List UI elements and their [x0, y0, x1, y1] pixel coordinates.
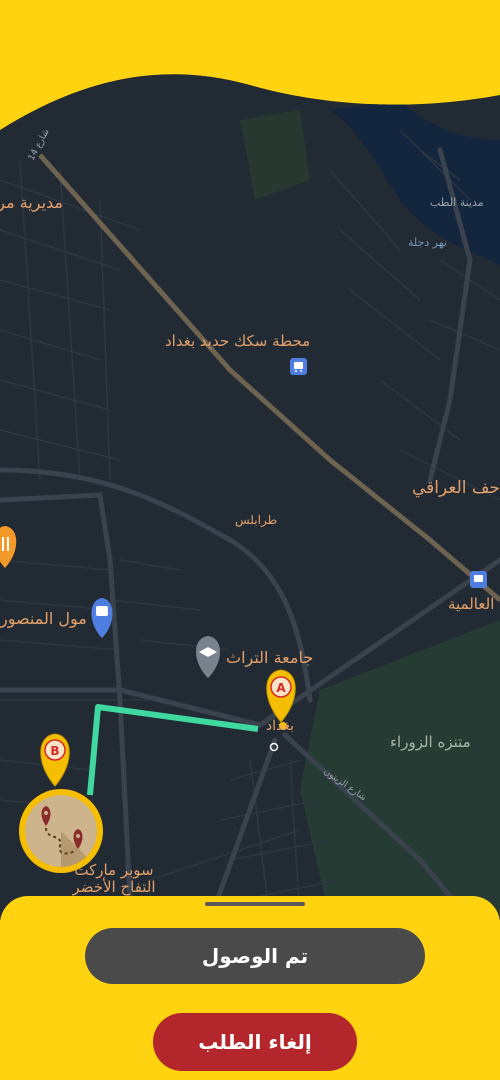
map-label-medical-city: مدينة الطب — [430, 196, 484, 209]
drag-handle[interactable] — [205, 902, 305, 906]
map-label-iraqi-museum: حف العراقي — [411, 478, 500, 498]
train-station-icon-right[interactable] — [470, 571, 487, 588]
map-label-supermarket: سوبر ماركت التفاح الأخضر — [72, 862, 156, 896]
map-label-tigris-river: نهر دجلة — [408, 236, 447, 249]
train-station-icon[interactable] — [290, 358, 307, 375]
arrived-button[interactable]: تم الوصول — [85, 928, 425, 984]
map-label-heritage-university: جامعة التراث — [226, 648, 314, 667]
bottom-sheet: تم الوصول إلغاء الطلب — [0, 896, 500, 1080]
cancel-order-button[interactable]: إلغاء الطلب — [153, 1013, 357, 1071]
map-label-almiya: العالمية — [448, 595, 495, 613]
map-label-baghdad-point: بغداد — [265, 718, 294, 734]
marker-a-letter: A — [276, 681, 286, 695]
marker-b-letter: B — [50, 744, 59, 758]
map-label-tripoli: طرابلس — [235, 513, 278, 527]
map-label-district-office: مديرية مر — [0, 193, 63, 212]
map-label-zawraa-park: متنزه الزوراء — [390, 733, 471, 751]
map-label-railway-station: محطة سكك حديد بغداد — [165, 332, 311, 350]
map-label-mansour-mall: مول المنصور — [0, 609, 87, 628]
